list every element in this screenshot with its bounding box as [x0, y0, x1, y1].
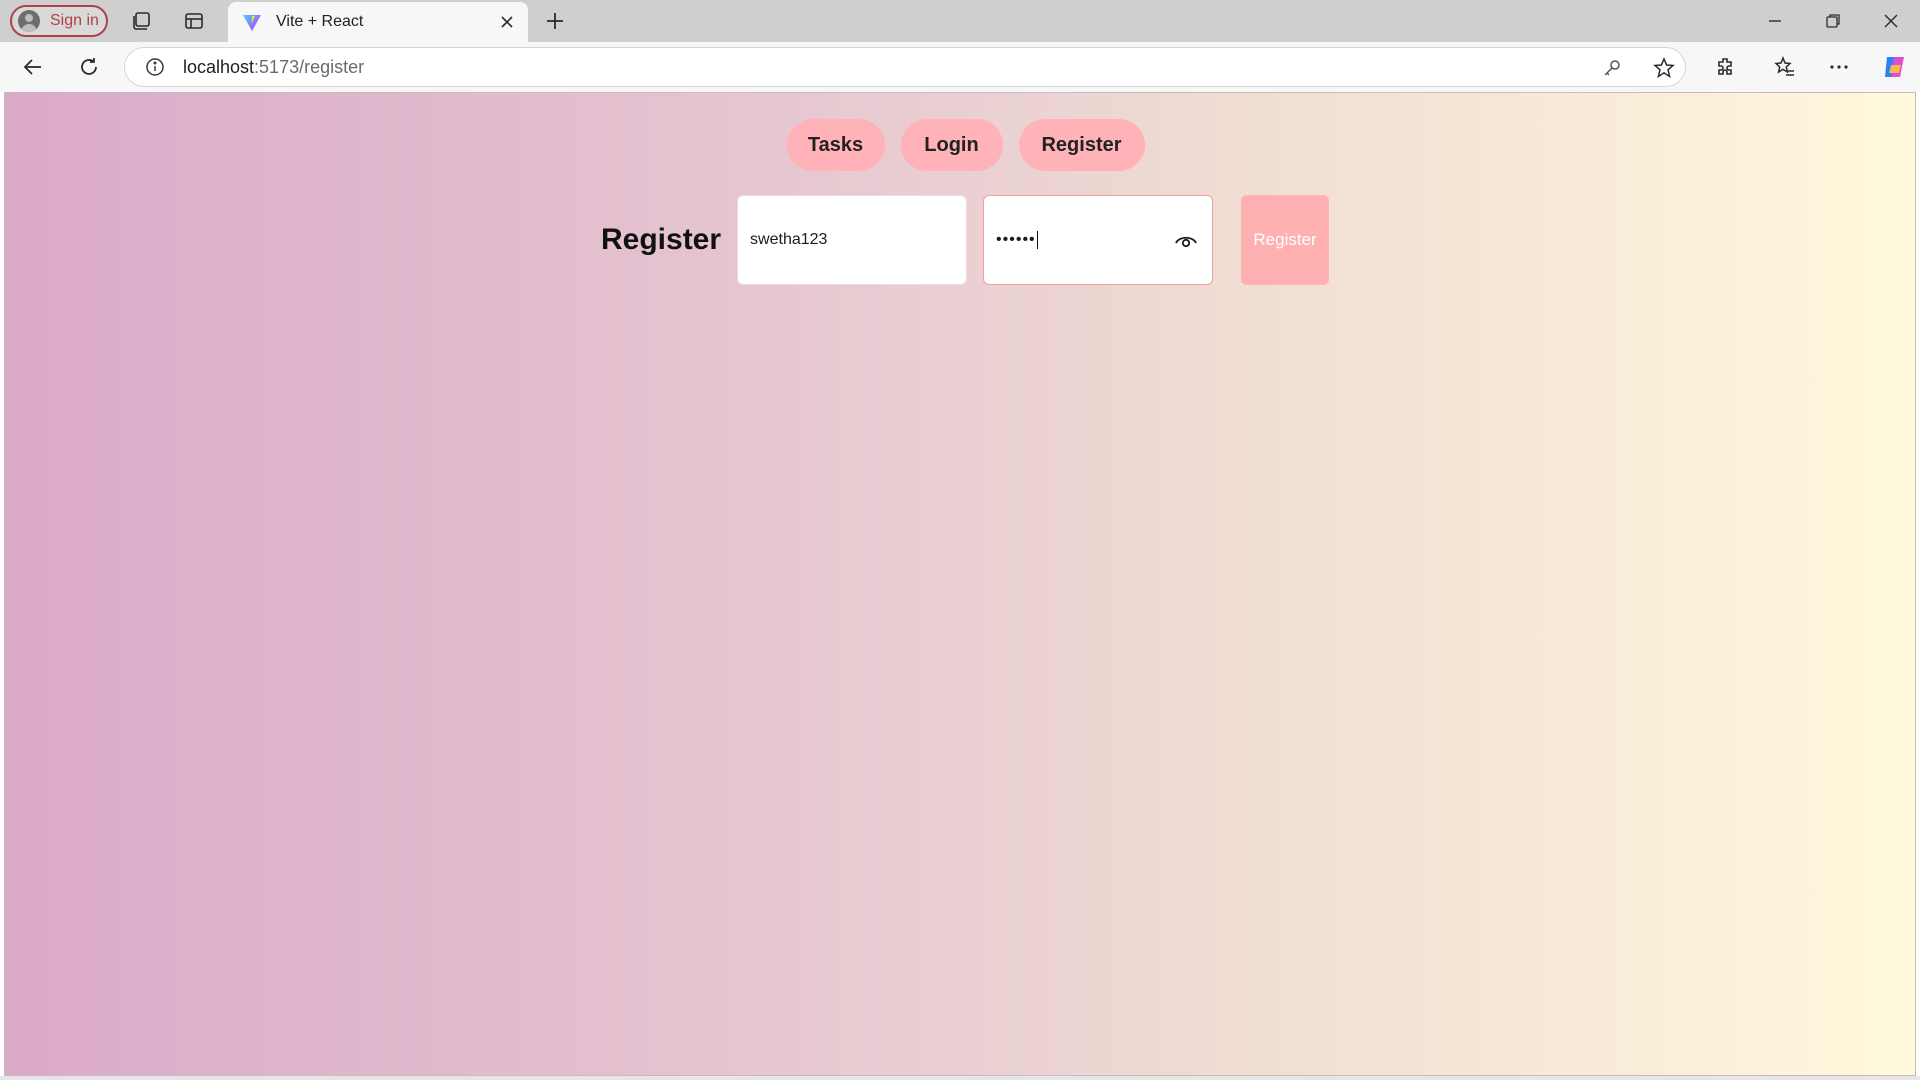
window-bottom-edge — [0, 1076, 1920, 1080]
username-input[interactable]: swetha123 — [737, 195, 968, 285]
new-tab-icon[interactable] — [542, 8, 568, 34]
workspaces-icon[interactable] — [128, 8, 154, 34]
eye-icon[interactable] — [1174, 230, 1198, 252]
copilot-icon[interactable] — [1880, 52, 1910, 82]
extensions-icon[interactable] — [1712, 54, 1738, 80]
more-icon[interactable] — [1826, 54, 1852, 80]
star-icon[interactable] — [1651, 55, 1677, 81]
tab-actions-icon[interactable] — [181, 8, 207, 34]
minimize-icon[interactable] — [1762, 8, 1788, 34]
url-path: :5173/register — [254, 56, 365, 77]
text-caret — [1036, 230, 1038, 249]
password-masked-text: •••••• — [996, 231, 1036, 249]
close-icon[interactable] — [492, 7, 522, 37]
password-value: •••••• — [996, 230, 1038, 249]
nav-login-button[interactable]: Login — [900, 119, 1003, 171]
top-nav: Tasks Login Register — [5, 119, 1917, 171]
password-input[interactable]: •••••• — [983, 195, 1214, 285]
url-text: localhost:5173/register — [183, 57, 364, 78]
tab-title: Vite + React — [276, 13, 364, 30]
restore-icon[interactable] — [1820, 8, 1846, 34]
form-heading: Register — [601, 223, 722, 256]
nav-tasks-button[interactable]: Tasks — [786, 119, 885, 171]
register-submit-button[interactable]: Register — [1241, 195, 1330, 285]
key-icon[interactable] — [1599, 55, 1625, 81]
register-form: Register swetha123 •••••• Register — [601, 195, 1330, 285]
active-tab[interactable]: Vite + React — [228, 2, 528, 42]
person-icon — [18, 10, 40, 32]
window-close-icon[interactable] — [1878, 8, 1904, 34]
back-icon[interactable] — [20, 54, 46, 80]
page-viewport: Tasks Login Register Register swetha123 … — [4, 92, 1916, 1076]
tab-strip: Sign in Vite + React — [0, 0, 1920, 42]
toolbar: localhost:5173/register — [0, 42, 1920, 92]
nav-register-button[interactable]: Register — [1018, 119, 1145, 171]
vite-favicon-icon — [243, 15, 261, 31]
info-icon[interactable] — [145, 57, 165, 77]
favorites-icon[interactable] — [1772, 54, 1798, 80]
profile-sign-in-button[interactable]: Sign in — [10, 5, 108, 37]
profile-label: Sign in — [50, 12, 99, 29]
refresh-icon[interactable] — [76, 54, 102, 80]
address-bar[interactable]: localhost:5173/register — [124, 47, 1686, 87]
username-value: swetha123 — [750, 231, 828, 248]
url-host: localhost — [183, 56, 255, 77]
